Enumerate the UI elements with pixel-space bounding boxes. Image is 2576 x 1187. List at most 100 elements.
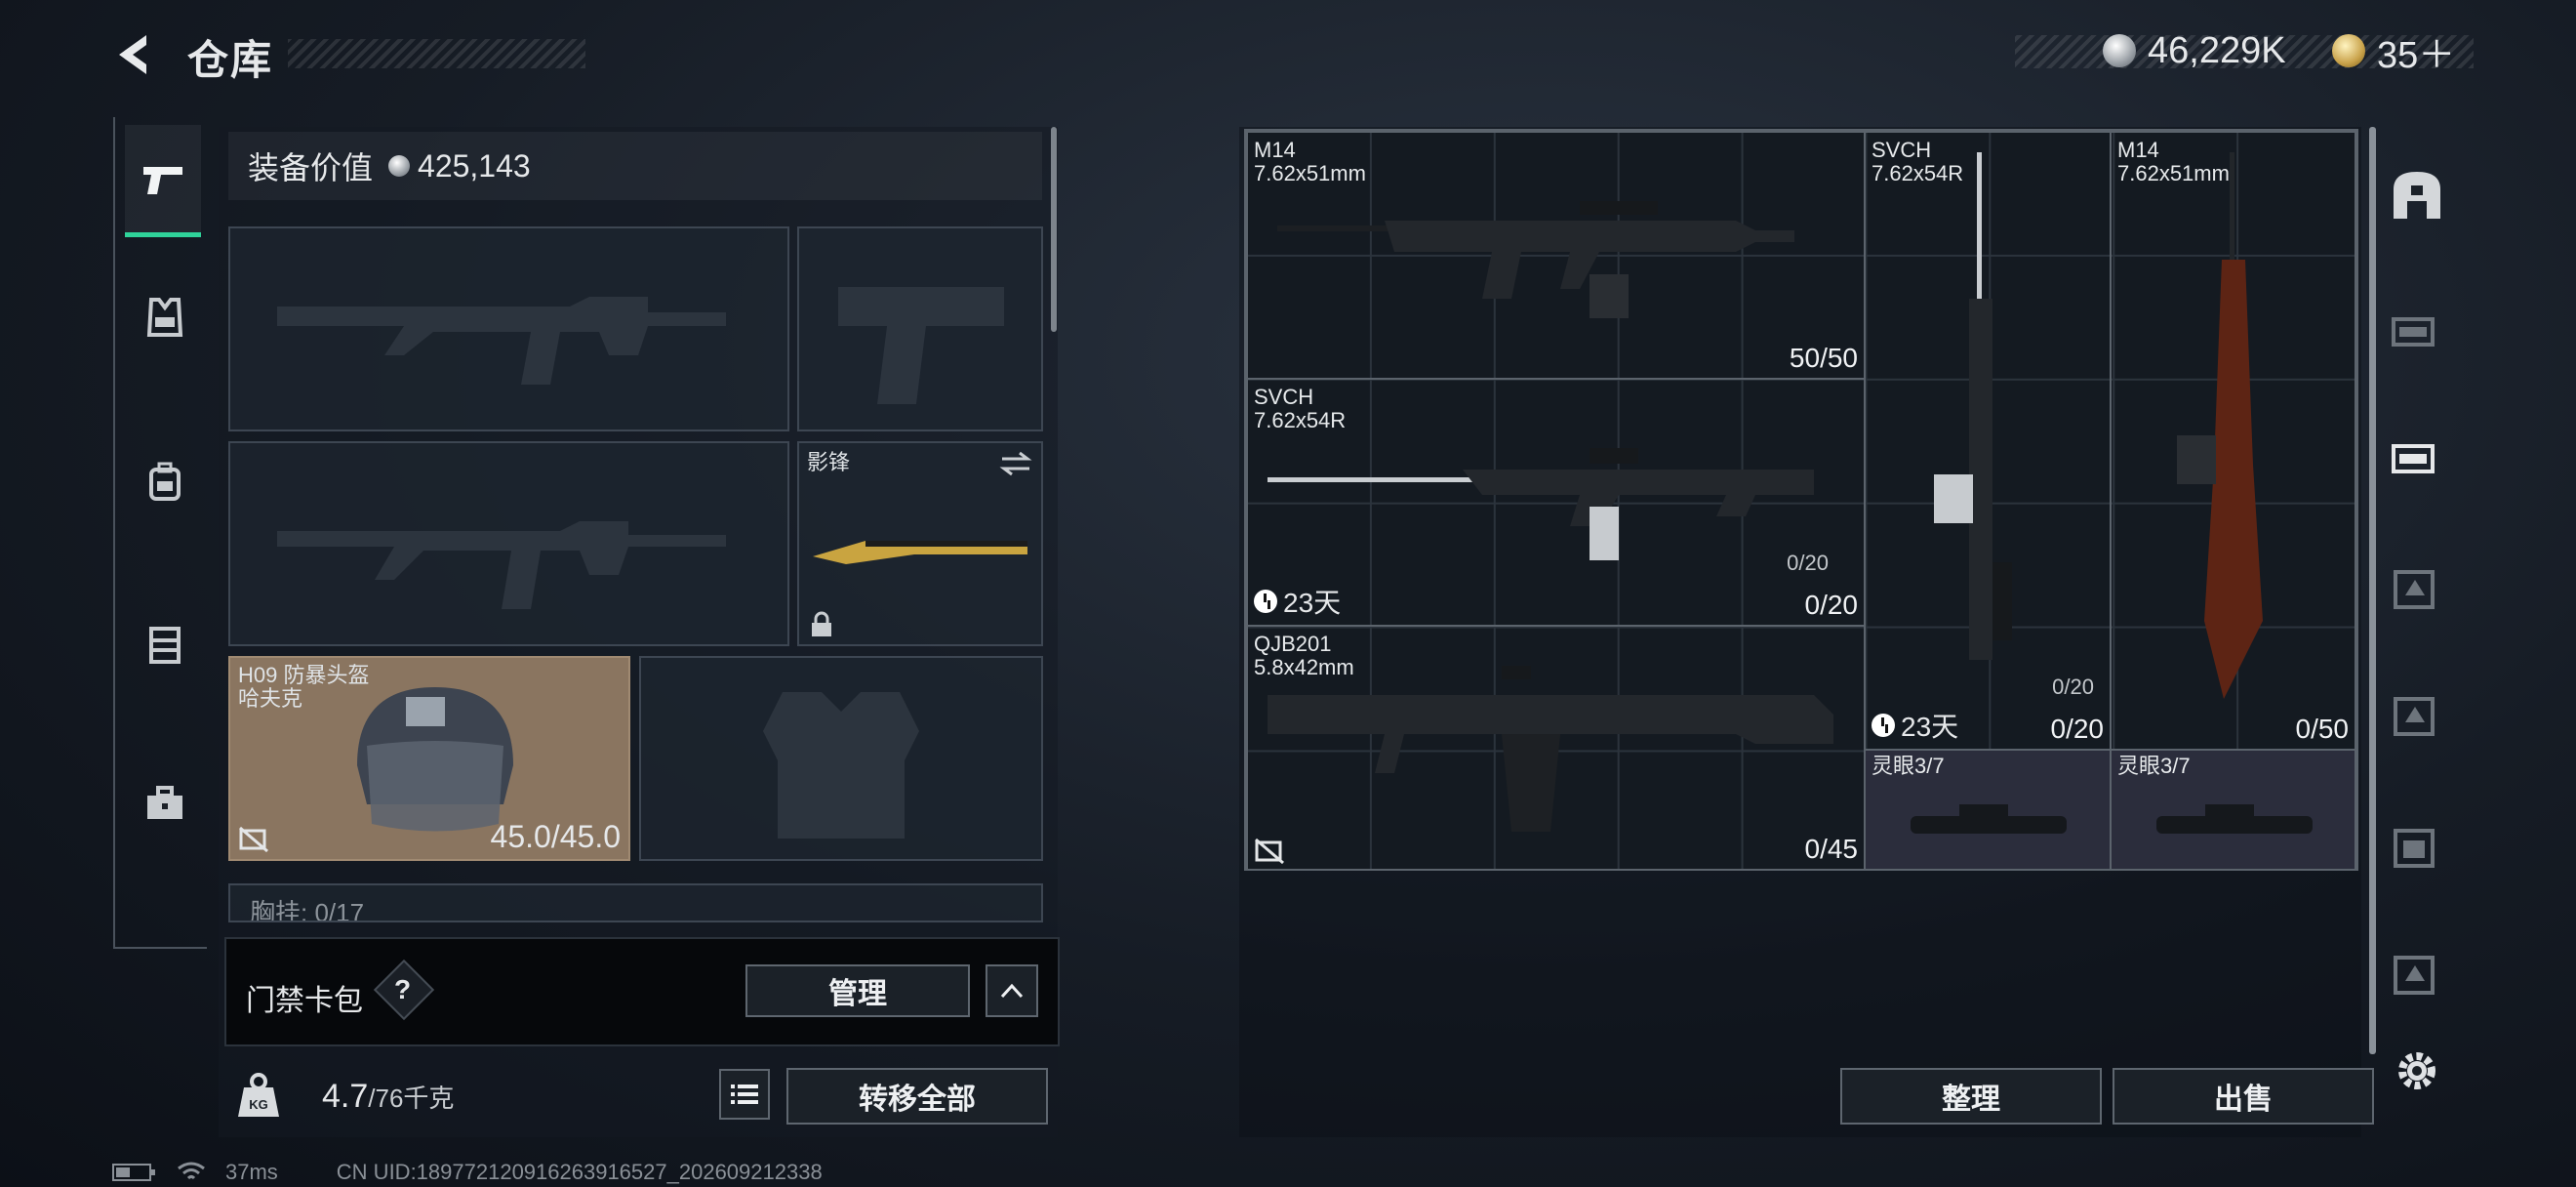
storage-tab-2[interactable] (2386, 298, 2444, 356)
item-ammo-small: 0/20 (2052, 675, 2094, 699)
item-timer-value: 23天 (1283, 588, 1342, 618)
helmet-slot[interactable]: H09 防暴头盔 哈夫克 45.0/45.0 (228, 656, 630, 861)
currency-premium[interactable]: 35＋ (2332, 27, 2455, 76)
primary-weapon-slot[interactable] (228, 226, 789, 431)
chest-rig-capacity: 胸挂: 0/17 (250, 898, 365, 922)
sell-button[interactable]: 出售 (2113, 1068, 2374, 1125)
ping-value: 37ms (225, 1160, 278, 1184)
item-timer: 23天 (1872, 706, 1958, 745)
wifi-icon (178, 1162, 205, 1180)
status-bar: 37ms CN UID:18977212091626391652​7_20260… (112, 1160, 823, 1185)
rifle-icon (1268, 448, 1814, 560)
nav-armor[interactable] (127, 264, 203, 371)
loadout-scrollbar[interactable] (1051, 127, 1057, 332)
grid-item-scope-1[interactable]: 灵眼3/7 (1864, 749, 2112, 871)
rifle-silhouette-icon (277, 297, 726, 385)
page-title: 仓库 (187, 37, 274, 83)
item-timer: 23天 (1254, 582, 1341, 621)
body-armor-silhouette-icon (763, 692, 919, 839)
help-icon[interactable]: ? (394, 974, 411, 1005)
storage-tab-7[interactable] (2386, 942, 2444, 1001)
storage-tab-6[interactable] (2386, 815, 2444, 874)
coin-icon (2103, 34, 2136, 67)
vault-icon (2394, 172, 2440, 219)
equipment-value-label: 装备价值 (248, 150, 374, 185)
item-name: SVCH (1254, 385, 1314, 409)
item-name: M14 (2117, 138, 2159, 162)
grid-item-svch-2[interactable]: SVCH 7.62x54R 0/20 23天 0/20 (1864, 131, 2112, 751)
grid-item-scope-2[interactable]: 灵眼3/7 (2110, 749, 2356, 871)
carry-weight-current: 4.7 (322, 1078, 369, 1115)
chest-rig-icon (149, 627, 181, 664)
transfer-all-button[interactable]: 转移全部 (786, 1068, 1048, 1125)
equipment-value-bar: 装备价值 425,143 (228, 132, 1042, 200)
storage-tab-4[interactable] (2386, 556, 2444, 615)
back-button[interactable] (107, 27, 162, 82)
item-name: QJB201 (1254, 632, 1332, 656)
storage-tab-main[interactable] (2388, 166, 2446, 225)
scope-icon (1911, 804, 2067, 834)
nav-weapon[interactable] (125, 125, 201, 237)
item-name: 灵眼3/7 (1872, 754, 1945, 778)
item-name: M14 (1254, 138, 1296, 162)
list-icon (731, 1085, 758, 1104)
grid-item-qjb201[interactable]: QJB201 5.8x42mm 0/45 (1246, 625, 1866, 871)
lock-icon (812, 611, 831, 636)
item-ammo: 0/50 (2295, 714, 2350, 744)
grid-item-svch-1[interactable]: SVCH 7.62x54R 0/20 23天 0/20 (1246, 378, 1866, 627)
access-card-pack: 门禁卡包 ? 管理 (224, 937, 1060, 1046)
helmet-durability: 45.0/45.0 (490, 819, 621, 854)
rifle-icon (1268, 666, 1833, 832)
carry-weight: 4.7/76千克 (322, 1078, 454, 1116)
sort-button[interactable]: 整理 (1840, 1068, 2102, 1125)
grid-item-m14-1[interactable]: M14 7.62x51mm 50/50 (1246, 131, 1866, 380)
body-armor-slot[interactable] (639, 656, 1043, 861)
list-view-button[interactable] (719, 1069, 770, 1120)
knife-icon (813, 541, 1027, 564)
coin-icon (388, 155, 411, 177)
storage-tab-3[interactable] (2386, 425, 2444, 483)
melee-slot[interactable]: 影锋 (797, 441, 1043, 646)
rifle-icon (1934, 152, 2012, 660)
stash-icon (2394, 570, 2435, 609)
svg-text:KG: KG (249, 1097, 268, 1112)
title-decoration (288, 39, 585, 68)
back-arrow-icon (119, 35, 146, 74)
currency-hafcoin[interactable]: 46,229K (2103, 27, 2286, 74)
nav-case[interactable] (127, 750, 203, 857)
stash-icon (2392, 317, 2435, 347)
collapse-button[interactable] (986, 964, 1038, 1017)
premium-coin-icon (2332, 34, 2365, 67)
chest-rig-row[interactable]: 胸挂: 0/17 (228, 883, 1043, 922)
secondary-weapon-slot[interactable] (228, 441, 789, 646)
pistol-slot[interactable] (797, 226, 1043, 431)
uid-text: CN UID:18977212091626391652​7_2026092123… (336, 1160, 823, 1184)
item-ammo: 0/20 (1804, 590, 1859, 620)
card-pack-label: 门禁卡包 (246, 985, 363, 1017)
stash-icon (2394, 697, 2435, 736)
equipment-value-amount: 425,143 (418, 147, 531, 184)
settings-button[interactable] (2393, 1046, 2441, 1100)
nav-backpack[interactable] (127, 428, 203, 535)
swap-icon[interactable] (998, 449, 1033, 478)
grid-item-m14-2[interactable]: M14 7.62x51mm 0/50 (2110, 131, 2356, 751)
toolbox-icon (147, 786, 182, 819)
scope-icon (2156, 804, 2313, 834)
currency-hafcoin-value: 46,229K (2148, 29, 2286, 71)
pistol-silhouette-icon (838, 287, 1004, 404)
rifle-icon (1277, 201, 1794, 318)
no-insure-icon (1255, 838, 1284, 865)
storage-tab-5[interactable] (2386, 683, 2444, 742)
pistol-icon (143, 167, 182, 194)
item-name: 灵眼3/7 (2117, 754, 2191, 778)
equipment-category-nav (113, 117, 207, 949)
manage-button[interactable]: 管理 (745, 964, 970, 1017)
weight-icon: KG (236, 1072, 281, 1126)
item-ammo-small: 0/20 (1787, 551, 1829, 575)
storage-grid: M14 7.62x51mm 50/50 SVCH 7.62x54R 0/20 2… (1244, 129, 2358, 871)
armor-vest-icon (146, 298, 183, 337)
nav-chest-rig[interactable] (127, 591, 203, 698)
clock-icon (1254, 590, 1277, 613)
battery-icon (112, 1164, 155, 1181)
item-ammo: 0/20 (2050, 714, 2105, 744)
